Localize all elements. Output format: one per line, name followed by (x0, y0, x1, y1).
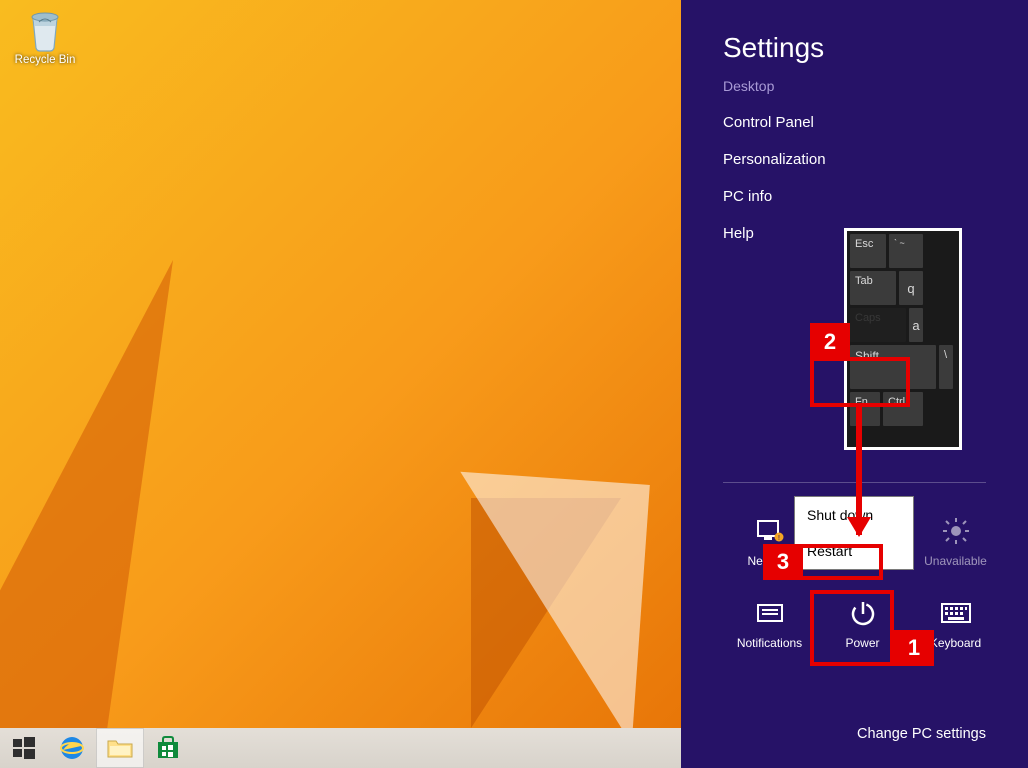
start-button[interactable] (0, 728, 48, 768)
key-shift: Shift (850, 345, 936, 389)
power-menu-restart[interactable]: Restart (795, 533, 913, 569)
tile-network-label: Network (747, 554, 791, 568)
trash-icon (25, 8, 65, 52)
power-menu-shutdown[interactable]: Shut down (795, 497, 913, 533)
link-personalization[interactable]: Personalization (723, 151, 1028, 168)
taskbar-store[interactable] (144, 728, 192, 768)
ie-icon (58, 734, 86, 762)
svg-text:!: ! (778, 535, 780, 542)
tile-notifications[interactable]: Notifications (723, 582, 816, 664)
tile-brightness[interactable]: Unavailable (909, 500, 1002, 582)
keyboard-graphic: Esc` ~ Tabq Capsa Shift\ FnCtrl (844, 228, 962, 450)
taskbar (0, 728, 681, 768)
link-pc-info[interactable]: PC info (723, 188, 1028, 205)
taskbar-explorer[interactable] (96, 728, 144, 768)
divider (723, 482, 986, 483)
power-menu: Shut down Restart (794, 496, 914, 570)
settings-links: Control Panel Personalization PC info He… (723, 114, 1028, 242)
key-tilde: ` ~ (889, 234, 923, 268)
tile-brightness-label: Unavailable (924, 554, 987, 568)
desktop-wallpaper[interactable]: Recycle Bin (0, 0, 681, 728)
key-a: a (909, 308, 923, 342)
change-pc-settings-link[interactable]: Change PC settings (857, 726, 986, 742)
tile-keyboard[interactable]: Keyboard (909, 582, 1002, 664)
windows-icon (13, 737, 35, 759)
wallpaper-shape (0, 260, 173, 730)
wallpaper-shape (442, 472, 650, 745)
tile-notifications-label: Notifications (737, 636, 802, 650)
settings-context: Desktop (723, 78, 1028, 94)
tile-keyboard-label: Keyboard (930, 636, 981, 650)
link-control-panel[interactable]: Control Panel (723, 114, 1028, 131)
notifications-icon (755, 601, 785, 625)
keyboard-icon (940, 602, 972, 624)
brightness-icon (941, 516, 971, 546)
key-ctrl: Ctrl (883, 392, 923, 426)
key-tab: Tab (850, 271, 896, 305)
tile-power-label: Power (845, 636, 879, 650)
folder-icon (106, 736, 134, 760)
key-esc: Esc (850, 234, 886, 268)
key-caps: Caps (850, 308, 906, 342)
settings-title: Settings (723, 32, 1028, 64)
tile-power[interactable]: Power (816, 582, 909, 664)
store-icon (155, 735, 181, 761)
taskbar-ie[interactable] (48, 728, 96, 768)
key-backslash: \ (939, 345, 953, 389)
key-fn: Fn (850, 392, 880, 426)
key-q: q (899, 271, 923, 305)
power-icon (848, 598, 878, 628)
recycle-bin-label: Recycle Bin (15, 54, 76, 66)
recycle-bin-icon[interactable]: Recycle Bin (14, 8, 76, 66)
network-icon: ! (755, 518, 785, 544)
